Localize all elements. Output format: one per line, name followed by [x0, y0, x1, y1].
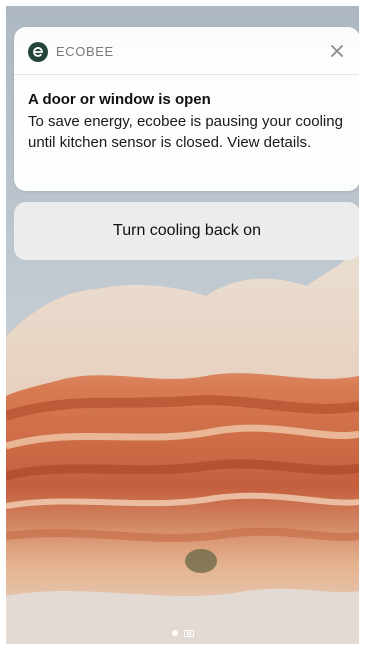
lock-screen: ECOBEE A door or window is open To save …: [6, 6, 359, 644]
camera-icon: [183, 630, 194, 637]
notification-card[interactable]: ECOBEE A door or window is open To save …: [14, 27, 359, 191]
app-name: ECOBEE: [56, 44, 114, 59]
notification-title: A door or window is open: [28, 91, 211, 108]
turn-cooling-on-button[interactable]: Turn cooling back on: [14, 202, 359, 260]
close-button[interactable]: [326, 40, 348, 62]
page-indicator: [6, 628, 359, 638]
page-dot: [171, 630, 178, 636]
notification-body: To save energy, ecobee is pausing your c…: [28, 113, 343, 151]
notification-header: ECOBEE: [14, 27, 359, 75]
close-icon: [331, 45, 343, 57]
ecobee-logo-icon: [28, 42, 48, 62]
